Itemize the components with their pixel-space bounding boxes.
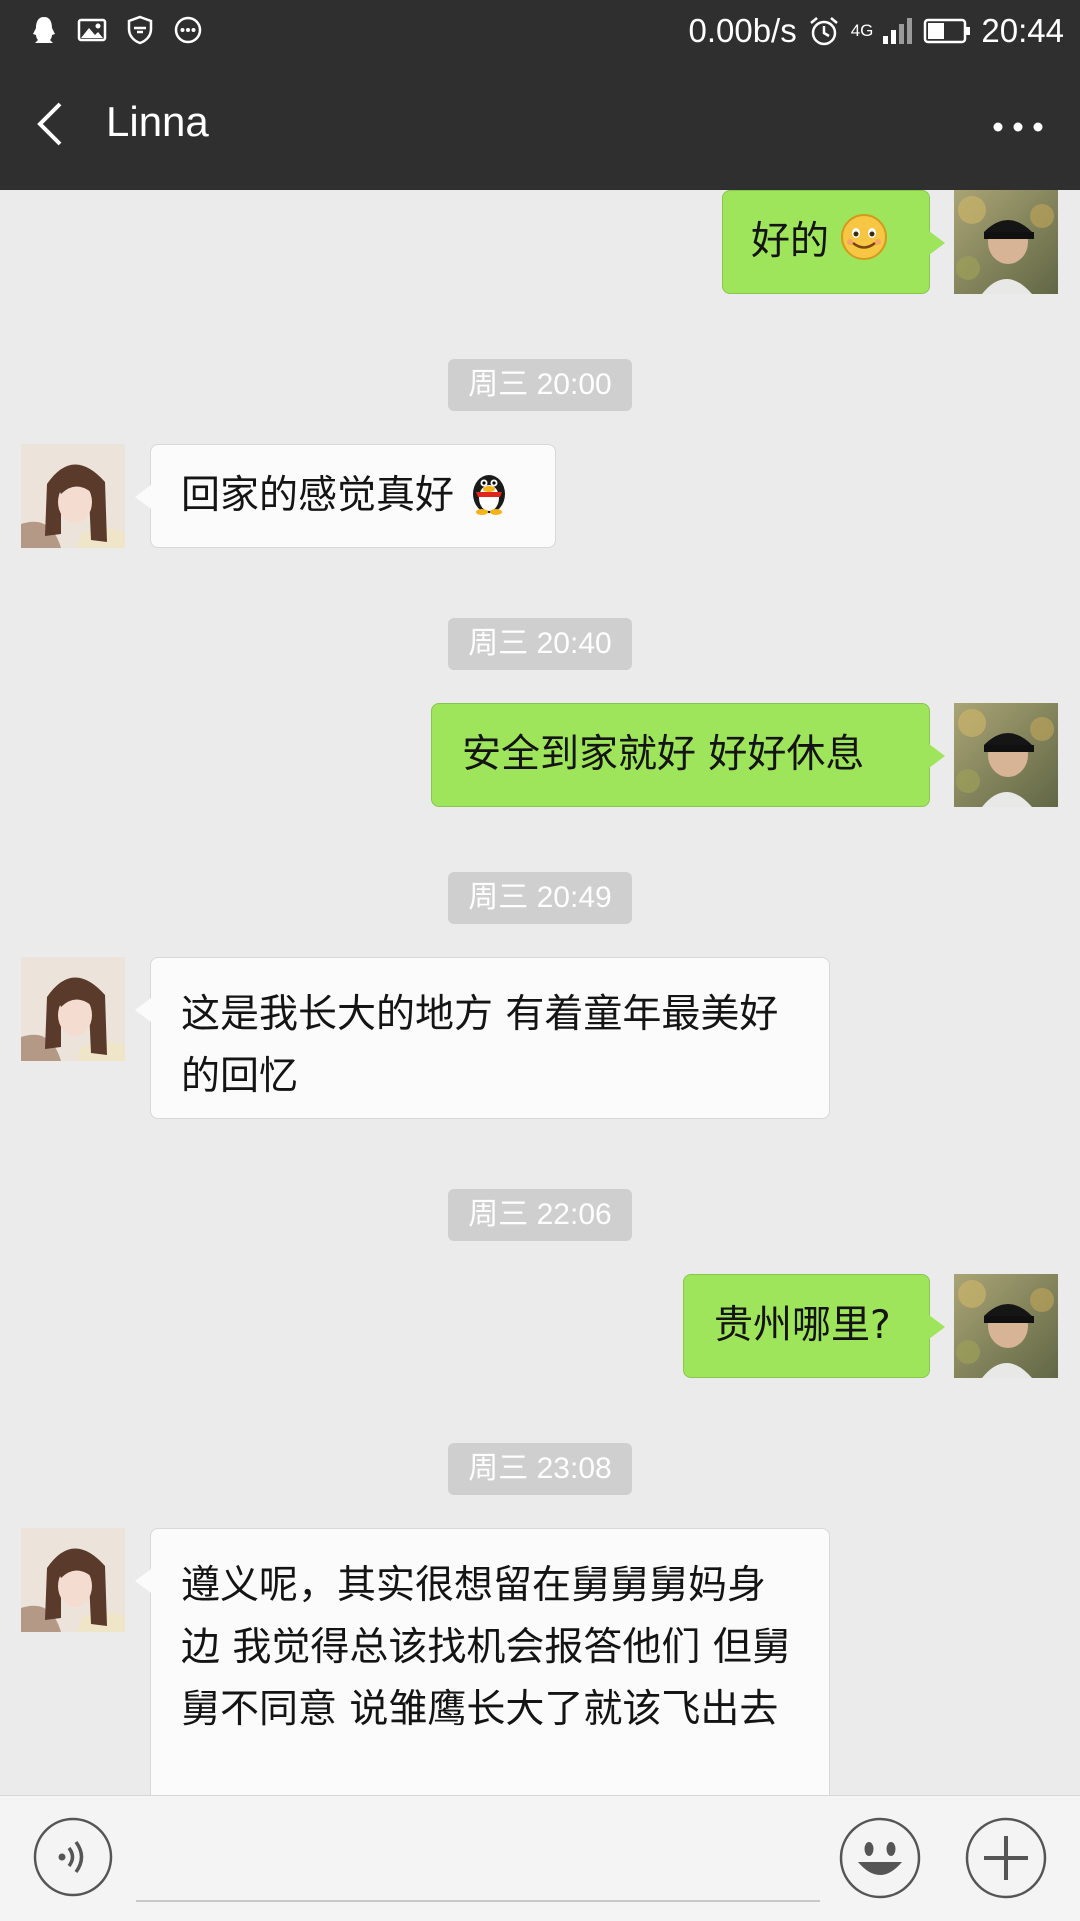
image-icon <box>77 18 107 42</box>
timestamp: 周三 23:08 <box>448 1443 632 1495</box>
emoji-icon[interactable] <box>838 1816 922 1900</box>
message-bubble-outgoing[interactable]: 贵州哪里? <box>683 1274 945 1378</box>
chat-title: Linna <box>106 98 209 145</box>
bubble-tail <box>929 744 945 768</box>
voice-icon[interactable] <box>32 1816 114 1898</box>
avatar-linna[interactable] <box>21 444 125 548</box>
net-speed: 0.00b/s <box>688 12 797 49</box>
signal-icon <box>883 18 913 44</box>
penguin-emoji-icon <box>473 475 506 515</box>
message-bubble-incoming[interactable]: 回家的感觉真好 <box>135 444 556 548</box>
chat-header: Linna <box>0 62 1080 190</box>
more-horizontal-icon[interactable] <box>986 102 1050 152</box>
more-circle-icon <box>174 16 202 44</box>
message-text: 这是我长大的地方 有着童年最美好的回忆 <box>181 992 779 1099</box>
add-icon[interactable] <box>964 1816 1048 1900</box>
bubble-tail <box>135 1569 151 1593</box>
timestamp: 周三 22:06 <box>448 1189 632 1241</box>
avatar-linna[interactable] <box>21 1528 125 1632</box>
avatar-self[interactable] <box>954 1274 1058 1378</box>
clock: 20:44 <box>981 12 1064 49</box>
bubble-tail <box>929 1315 945 1339</box>
network-type: 4G <box>850 21 874 40</box>
message-text: 遵义呢，其实很想留在舅舅舅妈身边 我觉得总该找机会报答他们 但舅舅不同意 说雏鹰… <box>181 1563 791 1732</box>
message-text: 好的 <box>751 219 830 264</box>
message-bubble-outgoing[interactable]: 好的 <box>722 190 945 294</box>
message-input[interactable] <box>136 1816 820 1902</box>
message-bubble-incoming[interactable]: 这是我长大的地方 有着童年最美好的回忆 <box>135 957 830 1119</box>
alarm-icon <box>809 17 838 46</box>
message-bubble-outgoing[interactable]: 安全到家就好 好好休息 <box>431 703 945 807</box>
message-bubble-incoming[interactable]: 遵义呢，其实很想留在舅舅舅妈身边 我觉得总该找机会报答他们 但舅舅不同意 说雏鹰… <box>135 1528 830 1795</box>
chevron-left-icon[interactable] <box>20 92 84 156</box>
shield-icon <box>127 15 153 45</box>
battery-icon <box>924 18 971 44</box>
status-right: 0.00b/s 4G 20:44 <box>688 8 1064 54</box>
chat-area[interactable]: 好的 周三 20:00 回家的感觉真好 周三 20:40 安全到家就好 好好休息… <box>0 190 1080 1795</box>
status-bar: 0.00b/s 4G 20:44 <box>0 0 1080 62</box>
message-text: 贵州哪里? <box>714 1303 891 1348</box>
avatar-self[interactable] <box>954 703 1058 807</box>
bubble-tail <box>135 485 151 509</box>
timestamp: 周三 20:49 <box>448 872 632 924</box>
bubble-tail <box>929 231 945 255</box>
input-bar <box>0 1795 1080 1921</box>
smile-emoji-icon <box>841 214 888 260</box>
notification-icons <box>28 14 204 46</box>
timestamp: 周三 20:00 <box>448 359 632 411</box>
avatar-self[interactable] <box>954 190 1058 294</box>
qq-icon <box>33 17 55 43</box>
bubble-tail <box>135 998 151 1022</box>
message-text: 安全到家就好 好好休息 <box>462 732 865 777</box>
avatar-linna[interactable] <box>21 957 125 1061</box>
timestamp: 周三 20:40 <box>448 618 632 670</box>
message-text: 回家的感觉真好 <box>181 473 455 518</box>
